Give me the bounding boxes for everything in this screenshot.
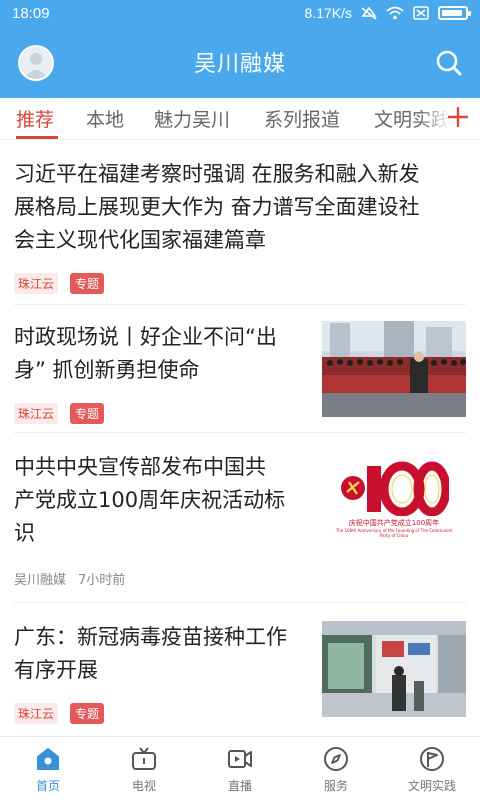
news-meta: 珠江云 专题 (14, 273, 105, 294)
news-meta: 珠江云 专题 (14, 703, 105, 724)
news-time: 7小时前 (78, 573, 126, 588)
news-title: 中共中央宣传部发布中国共 产党成立100周年庆祝活动标 识 (14, 451, 314, 550)
news-title-line: 习近平在福建考察时强调 在服务和融入新发 (14, 162, 420, 186)
nav-label: 直播 (227, 779, 252, 793)
news-title-line: 中共中央宣传部发布中国共 (14, 455, 266, 479)
battery-icon (438, 6, 471, 20)
mute-icon (361, 6, 377, 20)
news-item[interactable]: 广东：新冠病毒疫苗接种工作 有序开展 珠江云 专题 (0, 603, 480, 735)
news-meta: 吴川融媒 7小时前 (14, 569, 125, 588)
compass-icon (324, 747, 348, 771)
sim-off-icon (413, 6, 429, 20)
app-title: 吴川融媒 (193, 52, 286, 77)
news-meta: 珠江云 专题 (14, 403, 105, 424)
topic-badge: 专题 (70, 403, 105, 424)
app-bar: 吴川融媒 (0, 26, 480, 98)
tab-recommend[interactable]: 推荐 (16, 105, 54, 132)
news-title-line: 时政现场说丨好企业不问“出 (14, 325, 277, 349)
flag-icon (420, 747, 444, 771)
news-thumbnail (322, 321, 466, 417)
nav-civilization[interactable]: 文明实践 (384, 737, 480, 800)
nav-home[interactable]: 首页 (0, 737, 96, 800)
news-title-line: 会主义现代化国家福建篇章 (14, 228, 266, 252)
add-tab-icon[interactable] (446, 104, 470, 130)
avatar-icon[interactable] (18, 45, 54, 81)
news-title: 广东：新冠病毒疫苗接种工作 有序开展 (14, 621, 314, 687)
news-thumbnail (322, 621, 466, 717)
status-bar: 18:09 8.17K/s (0, 0, 480, 26)
topic-badge: 专题 (70, 273, 105, 294)
nav-label: 首页 (35, 779, 60, 793)
news-item[interactable]: 时政现场说丨好企业不问“出 身” 抓创新勇担使命 珠江云 专题 (0, 305, 480, 433)
news-item[interactable]: 中共中央宣传部发布中国共 产党成立100周年庆祝活动标 识 吴川融媒 7小时前 … (0, 433, 480, 603)
nav-label: 文明实践 (407, 779, 456, 793)
status-time: 18:09 (12, 4, 50, 22)
tab-charm-wuchuan[interactable]: 魅力吴川 (154, 105, 230, 132)
live-icon (228, 750, 252, 768)
nav-live[interactable]: 直播 (192, 737, 288, 800)
search-icon[interactable] (434, 48, 464, 78)
wifi-icon (386, 6, 404, 20)
network-speed: 8.17K/s (304, 5, 352, 21)
news-title-line: 展格局上展现更大作为 奋力谱写全面建设社 (14, 195, 420, 219)
centenary-logo-graphic (341, 461, 449, 516)
news-item[interactable]: 习近平在福建考察时强调 在服务和融入新发 展格局上展现更大作为 奋力谱写全面建设… (0, 140, 480, 305)
news-title-line: 产党成立100周年庆祝活动标 (14, 488, 286, 512)
news-source: 珠江云 (14, 403, 59, 424)
news-title-line: 身” 抓创新勇担使命 (14, 358, 200, 382)
news-source: 珠江云 (14, 273, 59, 294)
topic-badge: 专题 (70, 703, 105, 724)
active-tab-indicator (16, 136, 58, 139)
logo-caption: 庆祝中国共产党成立100周年 (348, 519, 440, 527)
nav-label: 服务 (323, 779, 348, 793)
news-title-line: 有序开展 (14, 658, 98, 682)
tab-series-report[interactable]: 系列报道 (264, 105, 340, 132)
news-title: 习近平在福建考察时强调 在服务和融入新发 展格局上展现更大作为 奋力谱写全面建设… (14, 158, 466, 257)
tv-icon (132, 747, 156, 770)
news-source: 吴川融媒 (14, 573, 67, 588)
bottom-nav: 首页 电视 直播 服务 文明实践 (0, 736, 480, 800)
news-source: 珠江云 (14, 703, 59, 724)
news-title-line: 广东：新冠病毒疫苗接种工作 (14, 625, 287, 649)
category-tabs: 推荐 本地 魅力吴川 系列报道 文明实践 (0, 98, 480, 140)
centenary-logo: 庆祝中国共产党成立100周年 The 100th Anniversary of … (322, 451, 466, 547)
tab-local[interactable]: 本地 (86, 105, 124, 132)
news-title: 时政现场说丨好企业不问“出 身” 抓创新勇担使命 (14, 321, 314, 387)
status-right: 8.17K/s (304, 5, 471, 21)
nav-tv[interactable]: 电视 (96, 737, 192, 800)
logo-caption-en: The 100th Anniversary of the Founding of… (335, 528, 453, 538)
home-icon (37, 748, 59, 770)
nav-service[interactable]: 服务 (288, 737, 384, 800)
news-title-line: 识 (14, 521, 35, 545)
nav-label: 电视 (131, 779, 156, 793)
